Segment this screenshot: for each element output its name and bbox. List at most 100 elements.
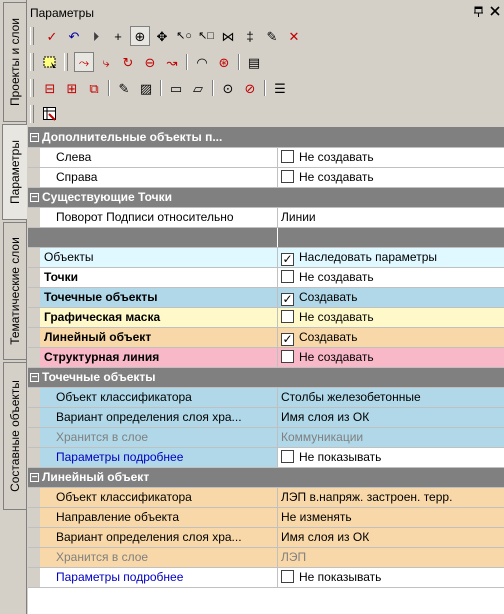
collapse-icon[interactable]: −: [30, 193, 39, 203]
grid-property-row[interactable]: Параметры подробнее Не показывать: [28, 568, 504, 588]
row-gutter: [28, 308, 40, 327]
property-value[interactable]: ✓ Создавать: [277, 288, 504, 307]
grid-property-row[interactable]: Объекты ✓ Наследовать параметры: [28, 248, 504, 268]
value-checkbox[interactable]: ✓: [281, 333, 294, 346]
grid-property-row[interactable]: Вариант определения слоя хра... Имя слоя …: [28, 528, 504, 548]
circle-icon[interactable]: ⊖: [140, 52, 160, 72]
grid-category-row[interactable]: − Линейный объект: [28, 468, 504, 488]
grid-blank-row[interactable]: [28, 228, 504, 248]
property-value[interactable]: Имя слоя из ОК: [277, 528, 504, 547]
property-value[interactable]: Столбы железобетонные: [277, 388, 504, 407]
toolbar-grip[interactable]: [64, 53, 68, 71]
select-vertex-icon[interactable]: ↖○: [174, 26, 194, 46]
grid-property-row[interactable]: Точечные объекты ✓ Создавать: [28, 288, 504, 308]
toolbar-grip[interactable]: [30, 27, 34, 45]
tab-parameters[interactable]: Параметры: [2, 124, 27, 220]
value-checkbox[interactable]: [281, 570, 294, 583]
toolbar-grip[interactable]: [30, 53, 34, 71]
circle-point-icon[interactable]: ⊙: [218, 78, 238, 98]
grid-property-row[interactable]: Линейный объект ✓ Создавать: [28, 328, 504, 348]
grid-property-row[interactable]: Справа Не создавать: [28, 168, 504, 188]
grid-category-row[interactable]: − Существующие Точки: [28, 188, 504, 208]
grid-property-row[interactable]: Хранится в слое Коммуникации: [28, 428, 504, 448]
arc-icon[interactable]: ↻: [118, 52, 138, 72]
property-value[interactable]: Линии: [277, 208, 504, 227]
value-checkbox[interactable]: [281, 270, 294, 283]
snap-cross-icon[interactable]: ⊕: [130, 26, 150, 46]
split-icon[interactable]: ⋈: [218, 26, 238, 46]
toolbar-grip[interactable]: [30, 105, 34, 123]
parallelogram-icon[interactable]: ▱: [188, 78, 208, 98]
property-value[interactable]: Не изменять: [277, 508, 504, 527]
property-value[interactable]: Не показывать: [277, 568, 504, 587]
grid-property-row[interactable]: Поворот Подписи относительно Линии: [28, 208, 504, 228]
rectangle-icon[interactable]: ▭: [166, 78, 186, 98]
properties-table-icon[interactable]: [40, 104, 60, 124]
grid-property-row[interactable]: Точки Не создавать: [28, 268, 504, 288]
collapse-icon[interactable]: −: [30, 373, 39, 383]
property-value[interactable]: ✓ Создавать: [277, 328, 504, 347]
rect-minus-icon[interactable]: ⊟: [40, 78, 60, 98]
property-value[interactable]: Не показывать: [277, 448, 504, 467]
rect-plus-icon[interactable]: ⊞: [62, 78, 82, 98]
property-value[interactable]: Не создавать: [277, 148, 504, 167]
property-value[interactable]: Не создавать: [277, 348, 504, 367]
grid-property-row[interactable]: Параметры подробнее Не показывать: [28, 448, 504, 468]
undo-icon[interactable]: ↶: [64, 26, 84, 46]
grid-property-row[interactable]: Объект классификатора ЛЭП в.напряж. застр…: [28, 488, 504, 508]
table-icon[interactable]: ▤: [244, 52, 264, 72]
value-checkbox[interactable]: [281, 150, 294, 163]
value-checkbox[interactable]: [281, 310, 294, 323]
value-checkbox[interactable]: [281, 450, 294, 463]
property-value[interactable]: ЛЭП: [277, 548, 504, 567]
property-value[interactable]: Коммуникации: [277, 428, 504, 447]
property-label: Графическая маска: [44, 310, 161, 324]
value-checkbox[interactable]: [281, 350, 294, 363]
pipette-icon[interactable]: ✎: [262, 26, 282, 46]
close-icon[interactable]: [488, 6, 502, 20]
pin-icon[interactable]: [472, 6, 486, 20]
collapse-icon[interactable]: −: [30, 473, 39, 483]
step-forward-icon[interactable]: ⏵: [86, 26, 106, 46]
join-icon[interactable]: ‡: [240, 26, 260, 46]
grid-category-row[interactable]: − Точечные объекты: [28, 368, 504, 388]
spline-icon[interactable]: ↝: [162, 52, 182, 72]
grid-property-row[interactable]: Графическая маска Не создавать: [28, 308, 504, 328]
crosshair-icon[interactable]: +: [108, 26, 128, 46]
delete-icon[interactable]: ✕: [284, 26, 304, 46]
edit-label-icon[interactable]: ✎: [114, 78, 134, 98]
offset-icon[interactable]: ⊛: [214, 52, 234, 72]
hatch-icon[interactable]: ▨: [136, 78, 156, 98]
tab-composite-objects[interactable]: Составные объекты: [3, 362, 26, 510]
property-value[interactable]: ✓ Наследовать параметры: [277, 248, 504, 267]
property-value[interactable]: Не создавать: [277, 308, 504, 327]
grid-property-row[interactable]: Направление объекта Не изменять: [28, 508, 504, 528]
grid-property-row[interactable]: Слева Не создавать: [28, 148, 504, 168]
orthogonal-icon[interactable]: ⤷: [96, 52, 116, 72]
property-value[interactable]: ЛЭП в.напряж. застроен. терр.: [277, 488, 504, 507]
grid-property-row[interactable]: Хранится в слое ЛЭП: [28, 548, 504, 568]
grid-category-row[interactable]: − Дополнительные объекты п...: [28, 128, 504, 148]
collapse-icon[interactable]: −: [30, 133, 39, 143]
property-value[interactable]: Не создавать: [277, 168, 504, 187]
polyline-icon[interactable]: ⤳: [74, 52, 94, 72]
select-segment-icon[interactable]: ↖□: [196, 26, 216, 46]
select-rect-icon[interactable]: [40, 52, 60, 72]
property-value[interactable]: Не создавать: [277, 268, 504, 287]
tab-projects-layers[interactable]: Проекты и слои: [3, 2, 26, 122]
value-checkbox[interactable]: ✓: [281, 253, 294, 266]
tab-thematic-layers[interactable]: Тематические слои: [3, 222, 26, 360]
value-checkbox[interactable]: [281, 170, 294, 183]
toolbar-grip[interactable]: [30, 79, 34, 97]
grid-property-row[interactable]: Структурная линия Не создавать: [28, 348, 504, 368]
grid-property-row[interactable]: Объект классификатора Столбы железобетонн…: [28, 388, 504, 408]
apply-icon[interactable]: ✓: [42, 26, 62, 46]
grid-property-row[interactable]: Вариант определения слоя хра... Имя слоя …: [28, 408, 504, 428]
property-value[interactable]: Имя слоя из ОК: [277, 408, 504, 427]
circle-arrow-icon[interactable]: ⊘: [240, 78, 260, 98]
value-checkbox[interactable]: ✓: [281, 293, 294, 306]
move-point-icon[interactable]: ✥: [152, 26, 172, 46]
arc-segment-icon[interactable]: ◠: [192, 52, 212, 72]
rect-copy-icon[interactable]: ⧉: [84, 78, 104, 98]
list-icon[interactable]: ☰: [270, 78, 290, 98]
